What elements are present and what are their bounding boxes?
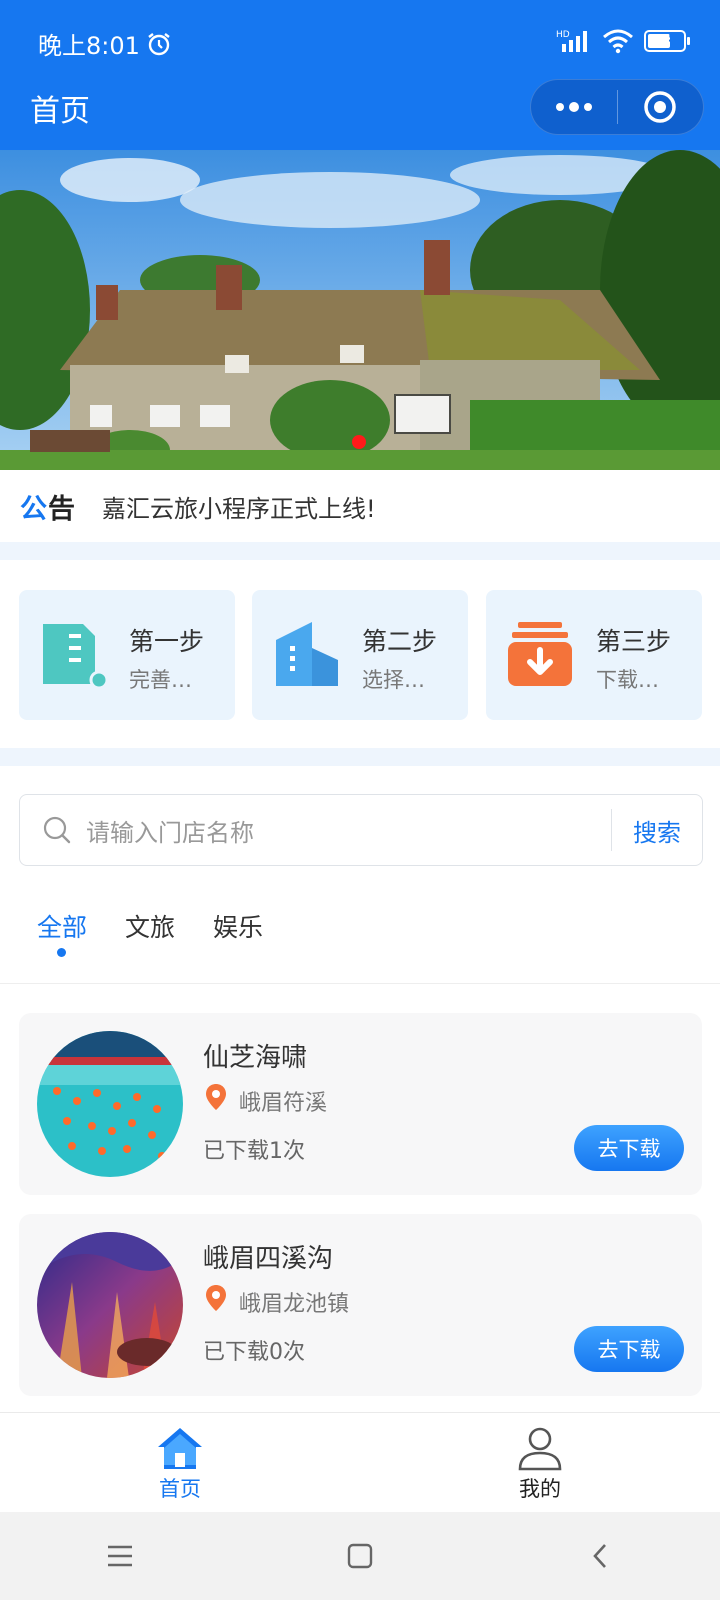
tabbar-label-mine: 我的: [519, 1477, 561, 1501]
step-1-title: 第一步: [129, 627, 205, 656]
more-dots-icon: [555, 102, 592, 112]
page-title: 首页: [30, 94, 90, 129]
alarm-icon: [148, 32, 170, 55]
more-button[interactable]: [531, 80, 617, 134]
tabbar-item-mine[interactable]: 我的: [480, 1425, 600, 1503]
search-icon: [43, 816, 71, 844]
download-box-icon: [508, 622, 572, 686]
store-download-count: 已下载0次: [203, 1340, 305, 1365]
steps-section: 第一步 完善… 第二步 选择… 第三步 下载…: [0, 560, 720, 748]
notice-label-part1: 公: [20, 493, 48, 525]
status-time-text: 晚上8:01: [38, 32, 140, 60]
active-tab-indicator: [57, 948, 66, 957]
store-thumbnail: [37, 1232, 183, 1378]
location-pin-icon: [206, 1084, 226, 1110]
status-icons: HD 5: [556, 28, 690, 54]
store-thumbnail: [37, 1031, 183, 1177]
target-icon: [644, 91, 676, 123]
step-2-title: 第二步: [362, 627, 438, 656]
status-time: 晚上8:01: [38, 26, 172, 61]
location-pin-icon: [206, 1285, 226, 1311]
building-icon: [276, 622, 338, 686]
battery-level: 5: [668, 31, 678, 46]
user-icon: [518, 1427, 562, 1471]
download-button[interactable]: 去下载: [574, 1326, 684, 1372]
store-location: 峨眉龙池镇: [239, 1292, 350, 1317]
banner-image: [0, 150, 720, 470]
notice-bar: 公告 嘉汇云旅小程序正式上线!: [0, 470, 720, 542]
carousel-indicator: [352, 435, 366, 449]
home-system-button[interactable]: [330, 1526, 390, 1586]
home-icon: [158, 1428, 202, 1469]
notice-label-part2: 告: [48, 493, 76, 525]
search-button[interactable]: 搜索: [612, 813, 702, 848]
notice-label: 公告: [20, 487, 76, 526]
banner-carousel[interactable]: [0, 150, 720, 470]
tabbar-item-home[interactable]: 首页: [120, 1425, 240, 1503]
signal-icon: HD: [556, 30, 587, 52]
step-3-desc: 下载…: [596, 668, 659, 692]
tab-entertainment[interactable]: 娱乐: [213, 908, 263, 944]
step-2-desc: 选择…: [362, 668, 425, 692]
store-card[interactable]: 峨眉四溪沟 峨眉龙池镇 已下载0次 去下载: [19, 1214, 702, 1396]
tabbar-label-home: 首页: [159, 1477, 201, 1501]
search-input[interactable]: 请输入门店名称: [86, 813, 611, 848]
close-miniprogram-button[interactable]: [618, 80, 704, 134]
square-icon: [347, 1543, 373, 1569]
network-label: HD: [556, 30, 570, 40]
back-chevron-icon: [593, 1544, 606, 1568]
miniprogram-capsule: [530, 79, 704, 135]
download-button[interactable]: 去下载: [574, 1125, 684, 1171]
store-card[interactable]: 仙芝海啸 峨眉符溪 已下载1次 去下载: [19, 1013, 702, 1195]
store-name: 峨眉四溪沟: [203, 1244, 334, 1274]
battery-icon: 5: [644, 30, 690, 52]
store-download-count: 已下载1次: [203, 1139, 305, 1164]
search-bar: 请输入门店名称 搜索: [19, 794, 703, 866]
back-button[interactable]: [570, 1526, 630, 1586]
system-nav-bar: [0, 1512, 720, 1600]
step-2-card[interactable]: 第二步 选择…: [252, 590, 468, 720]
category-tabs: 全部 文旅 娱乐: [0, 890, 720, 984]
section-divider-2: [0, 748, 720, 766]
menu-button[interactable]: [90, 1526, 150, 1586]
bottom-tab-bar: 首页 我的: [0, 1412, 720, 1512]
top-bar: 晚上8:01 HD 5 首页: [0, 0, 720, 150]
store-name: 仙芝海啸: [203, 1043, 308, 1073]
step-3-title: 第三步: [596, 627, 672, 656]
tab-culture-tourism[interactable]: 文旅: [125, 908, 175, 944]
document-icon: [43, 624, 109, 690]
step-3-card[interactable]: 第三步 下载…: [486, 590, 702, 720]
section-divider: [0, 542, 720, 560]
wifi-icon: [603, 29, 633, 54]
store-location: 峨眉符溪: [239, 1091, 328, 1116]
step-1-desc: 完善…: [129, 668, 192, 692]
step-1-card[interactable]: 第一步 完善…: [19, 590, 235, 720]
menu-icon: [108, 1545, 132, 1567]
notice-text: 嘉汇云旅小程序正式上线!: [102, 494, 376, 523]
tab-all[interactable]: 全部: [37, 908, 87, 944]
